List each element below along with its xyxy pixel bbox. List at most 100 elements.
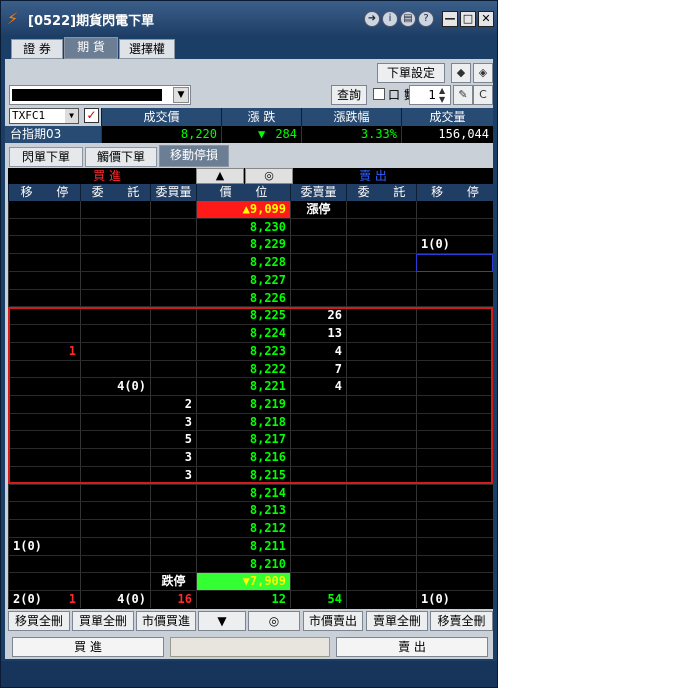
- buy-order-cell[interactable]: [80, 325, 150, 342]
- price-cell[interactable]: 8,226: [196, 289, 290, 307]
- buy-trailing-cell[interactable]: [8, 502, 80, 520]
- bid-qty-cell[interactable]: [150, 236, 196, 254]
- buy-trailing-cell[interactable]: [8, 484, 80, 502]
- diamond-icon[interactable]: ◆: [451, 63, 471, 83]
- price-cell[interactable]: 8,217: [196, 431, 290, 449]
- bid-qty-cell[interactable]: [150, 289, 196, 307]
- buy-trailing-cell[interactable]: [8, 218, 80, 236]
- maximize-button[interactable]: □: [460, 11, 476, 27]
- buy-trailing-cell[interactable]: 1(0): [8, 537, 80, 555]
- price-cell[interactable]: 8,230: [196, 218, 290, 236]
- price-cell[interactable]: 8,225: [196, 307, 290, 325]
- arrow-right-icon[interactable]: ➜: [364, 11, 380, 27]
- ask-qty-cell[interactable]: 4: [290, 342, 346, 360]
- sell-order-cell[interactable]: [346, 396, 416, 413]
- sell-trailing-cell[interactable]: [416, 537, 493, 555]
- price-cell[interactable]: ▲9,099: [196, 201, 290, 218]
- sell-order-cell[interactable]: [346, 484, 416, 502]
- ask-qty-cell[interactable]: [290, 271, 346, 289]
- price-cell[interactable]: 8,221: [196, 378, 290, 395]
- bid-qty-cell[interactable]: [150, 484, 196, 502]
- buy-order-cell[interactable]: [80, 254, 150, 271]
- bid-qty-cell[interactable]: [150, 520, 196, 537]
- sell-trailing-cell[interactable]: [416, 378, 493, 395]
- ask-qty-cell[interactable]: [290, 555, 346, 573]
- info-icon[interactable]: i: [382, 11, 398, 27]
- ask-qty-cell[interactable]: [290, 520, 346, 537]
- ask-qty-cell[interactable]: [290, 449, 346, 466]
- buy-order-cell[interactable]: [80, 573, 150, 590]
- sell-order-cell[interactable]: [346, 378, 416, 395]
- order-settings-button[interactable]: 下單設定: [377, 63, 445, 83]
- sell-order-cell[interactable]: [346, 537, 416, 555]
- price-cell[interactable]: 8,223: [196, 342, 290, 360]
- ask-qty-cell[interactable]: [290, 466, 346, 484]
- ask-qty-cell[interactable]: [290, 537, 346, 555]
- bid-qty-cell[interactable]: 3: [150, 413, 196, 431]
- sell-trailing-cell[interactable]: [416, 573, 493, 590]
- buy-trailing-cell[interactable]: [8, 236, 80, 254]
- buy-trailing-cell[interactable]: [8, 360, 80, 378]
- buy-order-cell[interactable]: [80, 466, 150, 484]
- bid-qty-cell[interactable]: 5: [150, 431, 196, 449]
- sell-order-cell[interactable]: [346, 449, 416, 466]
- buy-order-cell[interactable]: [80, 520, 150, 537]
- bid-qty-cell[interactable]: [150, 218, 196, 236]
- ask-qty-cell[interactable]: [290, 218, 346, 236]
- buy-order-cell[interactable]: [80, 307, 150, 325]
- bid-qty-cell[interactable]: [150, 360, 196, 378]
- buy-trailing-cell[interactable]: [8, 201, 80, 218]
- sell-trailing-cell[interactable]: [416, 254, 493, 271]
- ask-qty-cell[interactable]: [290, 236, 346, 254]
- query-button[interactable]: 查詢: [331, 85, 367, 105]
- sell-order-cell[interactable]: [346, 520, 416, 537]
- bid-qty-cell[interactable]: [150, 325, 196, 342]
- sell-button[interactable]: 賣 出: [336, 637, 488, 657]
- center-button[interactable]: ◎: [245, 168, 293, 184]
- sell-order-cell[interactable]: [346, 431, 416, 449]
- bid-qty-cell[interactable]: [150, 342, 196, 360]
- market-sell-button[interactable]: 市價賣出: [303, 611, 363, 631]
- ask-qty-cell[interactable]: 漲停: [290, 201, 346, 218]
- buy-order-cell[interactable]: [80, 396, 150, 413]
- bid-qty-cell[interactable]: [150, 555, 196, 573]
- sell-order-cell[interactable]: [346, 218, 416, 236]
- sell-order-cell[interactable]: [346, 254, 416, 271]
- buy-trailing-cell[interactable]: [8, 378, 80, 395]
- ask-qty-cell[interactable]: [290, 289, 346, 307]
- buy-order-cell[interactable]: [80, 342, 150, 360]
- buy-trailing-cell[interactable]: [8, 431, 80, 449]
- sell-order-cell[interactable]: [346, 236, 416, 254]
- ask-qty-cell[interactable]: 7: [290, 360, 346, 378]
- recenter-button[interactable]: ◎: [248, 611, 300, 631]
- sell-trailing-cell[interactable]: [416, 413, 493, 431]
- eye-icon[interactable]: ◈: [473, 63, 493, 83]
- delete-all-sell-trailing-button[interactable]: 移賣全刪: [430, 611, 493, 631]
- buy-order-cell[interactable]: 4(0): [80, 378, 150, 395]
- sell-trailing-cell[interactable]: [416, 360, 493, 378]
- bid-qty-cell[interactable]: 3: [150, 449, 196, 466]
- buy-order-cell[interactable]: [80, 271, 150, 289]
- market-buy-button[interactable]: 市價買進: [136, 611, 196, 631]
- sell-trailing-cell[interactable]: [416, 218, 493, 236]
- buy-order-cell[interactable]: [80, 413, 150, 431]
- buy-trailing-cell[interactable]: [8, 325, 80, 342]
- buy-trailing-cell[interactable]: [8, 449, 80, 466]
- sell-trailing-cell[interactable]: 1(0): [416, 236, 493, 254]
- ask-qty-cell[interactable]: 26: [290, 307, 346, 325]
- buy-trailing-cell[interactable]: [8, 466, 80, 484]
- bid-qty-cell[interactable]: [150, 502, 196, 520]
- ask-qty-cell[interactable]: [290, 573, 346, 590]
- price-cell[interactable]: 8,213: [196, 502, 290, 520]
- tab-futures[interactable]: 期 貨: [64, 37, 118, 59]
- price-cell[interactable]: 8,229: [196, 236, 290, 254]
- sell-order-cell[interactable]: [346, 271, 416, 289]
- bid-qty-cell[interactable]: [150, 537, 196, 555]
- buy-trailing-cell[interactable]: [8, 573, 80, 590]
- buy-button[interactable]: 買 進: [12, 637, 164, 657]
- buy-trailing-cell[interactable]: [8, 413, 80, 431]
- scroll-down-button[interactable]: ▼: [198, 611, 246, 631]
- buy-trailing-cell[interactable]: [8, 396, 80, 413]
- sell-order-cell[interactable]: [346, 413, 416, 431]
- sell-order-cell[interactable]: [346, 325, 416, 342]
